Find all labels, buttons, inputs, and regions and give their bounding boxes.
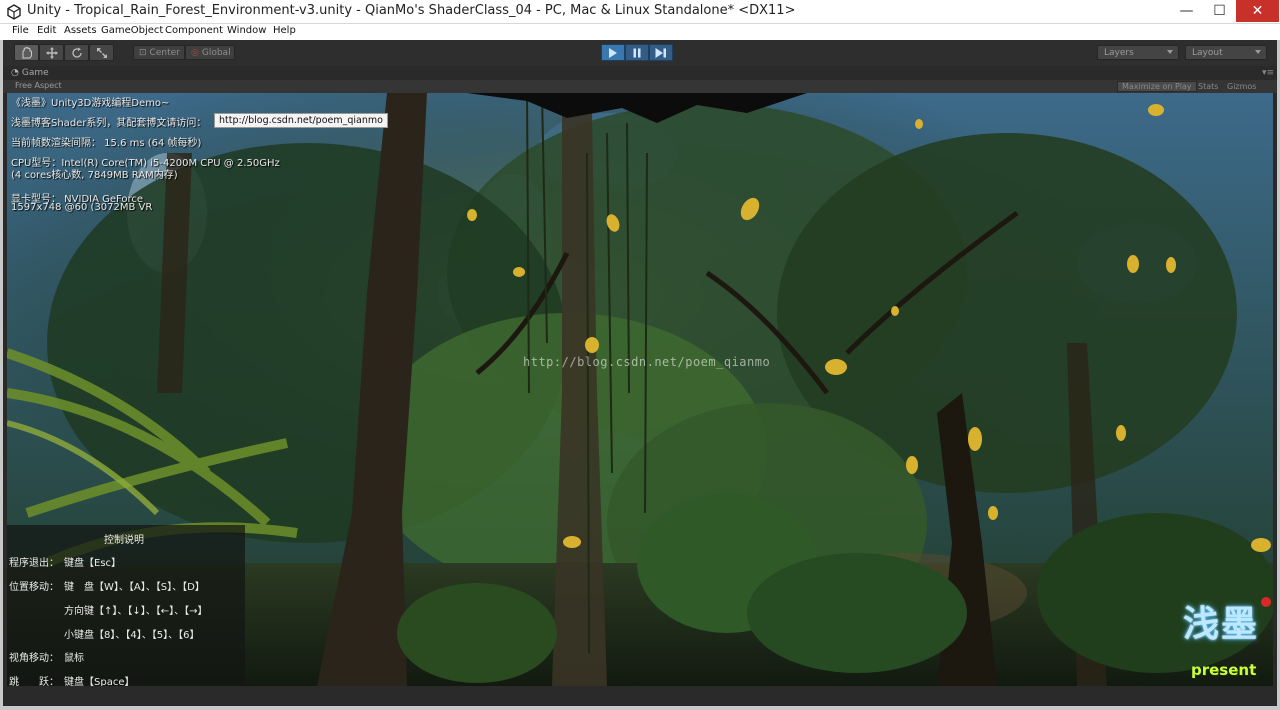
hud-demo-title: 《浅墨》Unity3D游戏编程Demo~ (11, 98, 170, 109)
layers-dropdown[interactable]: Layers (1097, 45, 1179, 60)
exit-keys: 键盘【Esc】 (64, 558, 122, 569)
step-icon (655, 47, 666, 58)
move-keys-arrows: 方向键【↑】、【↓】、【←】、【→】 (64, 606, 208, 617)
controls-title: 控制说明 (104, 535, 144, 546)
rotate-tool-button[interactable] (64, 44, 89, 61)
gizmos-dropdown[interactable]: Gizmos (1223, 81, 1260, 92)
pivot-icon: ⊡ (139, 47, 147, 58)
hud-blog-url[interactable]: http://blog.csdn.net/poem_qianmo (214, 113, 388, 128)
maximize-button[interactable]: ☐ (1205, 0, 1234, 22)
game-tab-header: ◔ Game ▾≡ (3, 66, 1277, 80)
hud-cpu-cores: (4 cores核心数, 7849MB RAM内存) (11, 170, 178, 181)
game-view-bottom-bar (3, 686, 1277, 706)
logo-chinese-text: 浅墨 (1183, 603, 1260, 645)
watermark-url: http://blog.csdn.net/poem_qianmo (523, 355, 771, 369)
globe-icon: ◎ (191, 47, 199, 58)
unity-editor-window: Unity - Tropical_Rain_Forest_Environment… (0, 0, 1280, 710)
maximize-on-play-toggle[interactable]: Maximize on Play (1117, 81, 1197, 92)
jump-keys: 键盘【Space】 (64, 677, 135, 686)
unity-toolbar: ⊡ Center ◎ Global Layers Layout (3, 40, 1277, 66)
move-keys-numpad: 小键盘【8】、【4】、【5】、【6】 (64, 630, 200, 641)
pivot-center-label: Center (149, 47, 180, 58)
layout-label: Layout (1192, 47, 1223, 58)
panel-menu-icon[interactable]: ▾≡ (1262, 68, 1274, 78)
pacman-game-icon: ◔ (11, 68, 19, 78)
layout-dropdown[interactable]: Layout (1185, 45, 1267, 60)
pivot-global-toggle[interactable]: ◎ Global (185, 45, 235, 60)
layers-label: Layers (1104, 47, 1134, 58)
logo-present-text: present (1191, 661, 1257, 679)
jump-label: 跳 跃： (9, 677, 59, 686)
play-icon (609, 47, 617, 58)
move-icon (45, 46, 58, 59)
scale-icon (96, 47, 107, 58)
exit-label: 程序退出： (9, 558, 59, 569)
scale-tool-button[interactable] (89, 44, 114, 61)
game-view-toolbar: Free Aspect Maximize on Play Stats Gizmo… (3, 80, 1277, 93)
unity-logo-icon (7, 4, 21, 20)
qianmo-logo: 浅墨 present (1179, 595, 1271, 683)
look-label: 视角移动： (9, 653, 59, 664)
aspect-dropdown[interactable]: Free Aspect (15, 81, 62, 90)
tab-game-label: Game (21, 68, 49, 78)
menu-edit[interactable]: Edit (37, 25, 56, 36)
hud-frame-time: 当前帧数渲染间隔： 15.6 ms (64 帧每秒) (11, 138, 202, 149)
menu-assets[interactable]: Assets (64, 25, 97, 36)
hand-tool-button[interactable] (14, 44, 39, 61)
game-view-panel: ◔ Game ▾≡ Free Aspect Maximize on Play S… (3, 66, 1277, 706)
tab-game[interactable]: ◔ Game (11, 68, 49, 78)
title-bar: Unity - Tropical_Rain_Forest_Environment… (0, 0, 1280, 24)
menu-component[interactable]: Component (165, 25, 223, 36)
move-tool-button[interactable] (39, 44, 64, 61)
menu-file[interactable]: File (12, 25, 29, 36)
minimize-button[interactable]: — (1172, 0, 1201, 22)
hud-resolution: 1597x748 @60 (3072MB VR (11, 202, 153, 213)
stats-toggle[interactable]: Stats (1194, 81, 1222, 92)
pivot-global-label: Global (201, 47, 231, 58)
red-seal-icon (1261, 597, 1271, 607)
chevron-down-icon (1167, 50, 1173, 54)
step-button[interactable] (649, 44, 673, 61)
chevron-down-icon (1255, 50, 1261, 54)
menu-help[interactable]: Help (273, 25, 296, 36)
pause-icon (633, 48, 641, 57)
hud-blog-prompt: 浅墨博客Shader系列，其配套博文请访问： (11, 118, 207, 129)
close-button[interactable]: ✕ (1236, 0, 1279, 22)
play-button[interactable] (601, 44, 625, 61)
window-title: Unity - Tropical_Rain_Forest_Environment… (27, 3, 796, 18)
game-viewport[interactable]: 《浅墨》Unity3D游戏编程Demo~ 浅墨博客Shader系列，其配套博文请… (7, 93, 1273, 686)
menu-bar: File Edit Assets GameObject Component Wi… (0, 24, 1280, 40)
menu-window[interactable]: Window (227, 25, 266, 36)
pause-button[interactable] (625, 44, 649, 61)
move-keys-wasd: 键 盘【W】、【A】、【S】、【D】 (64, 582, 205, 593)
move-label: 位置移动： (9, 582, 59, 593)
menu-gameobject[interactable]: GameObject (101, 25, 163, 36)
pivot-center-toggle[interactable]: ⊡ Center (133, 45, 185, 60)
look-keys: 鼠标 (64, 653, 84, 664)
rotate-icon (71, 47, 82, 58)
controls-help-panel: 控制说明 程序退出： 键盘【Esc】 位置移动： 键 盘【W】、【A】、【S】、… (7, 525, 245, 686)
hand-icon (22, 46, 32, 58)
